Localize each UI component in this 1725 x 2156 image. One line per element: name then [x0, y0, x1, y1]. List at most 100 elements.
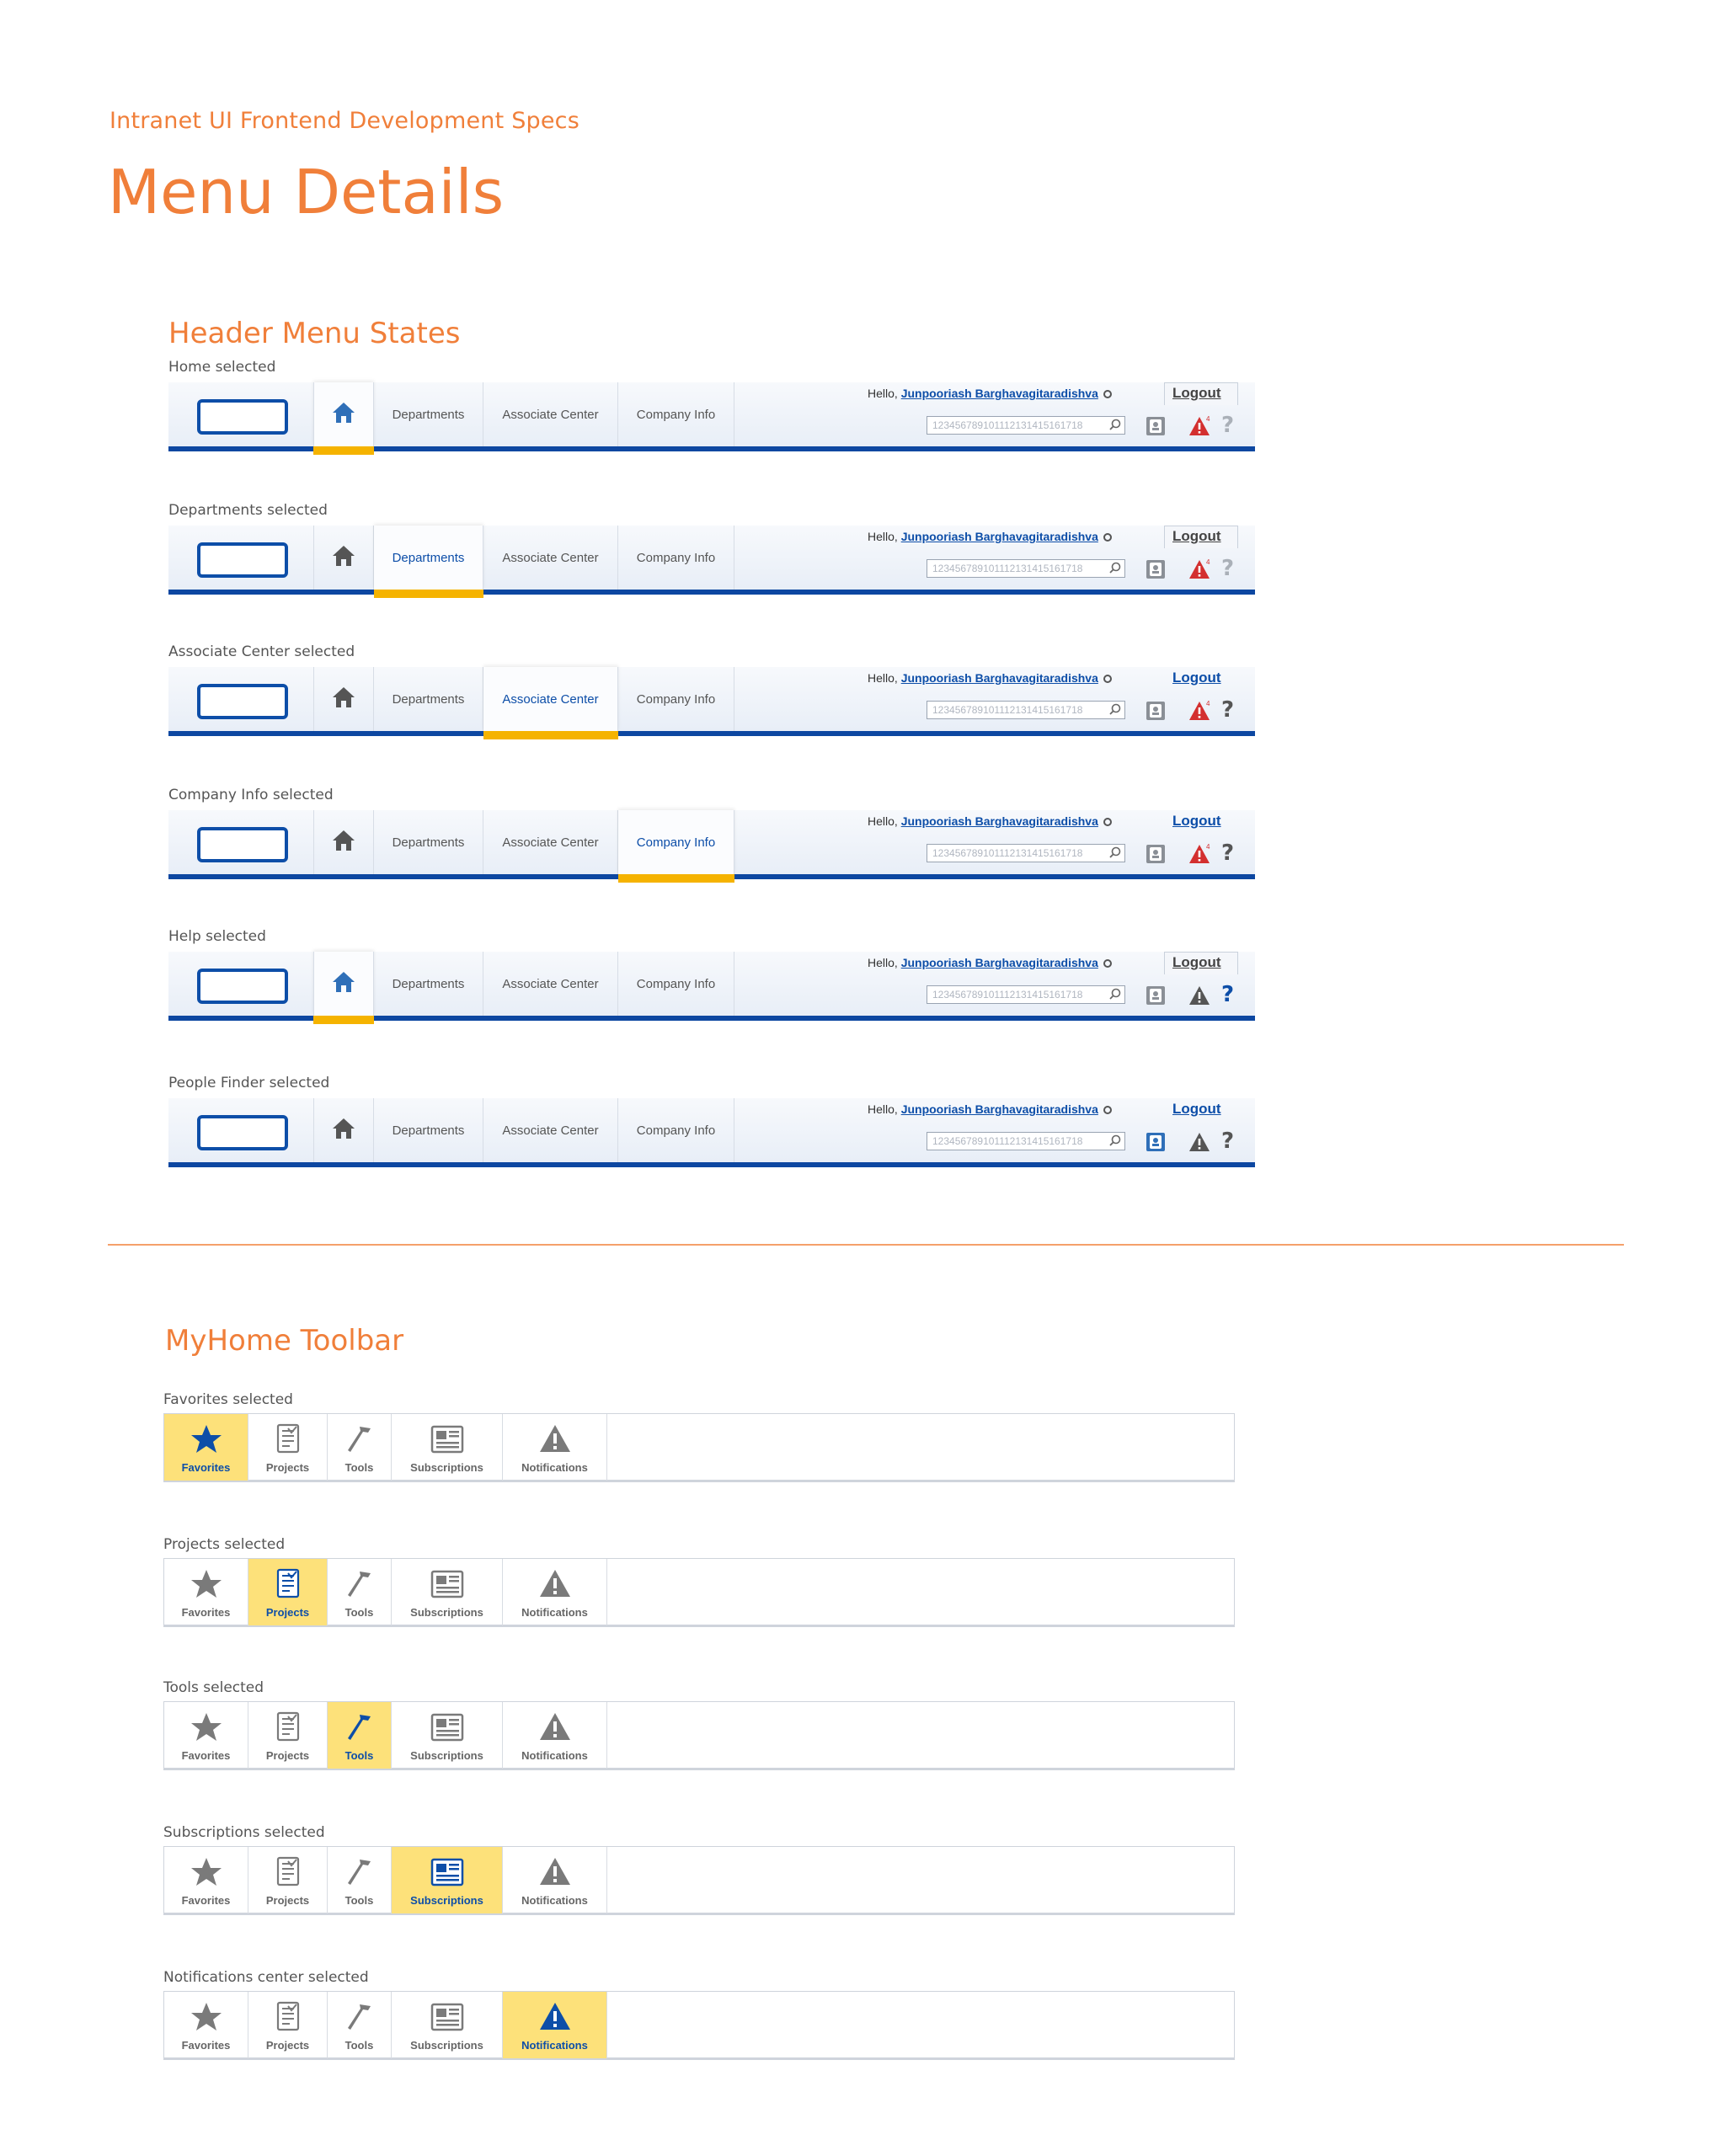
search-input[interactable]: 123456789101112131415161718 — [927, 559, 1125, 578]
toolbar-item-notifications[interactable]: Notifications — [503, 1559, 607, 1625]
alert-icon[interactable]: 4 — [1188, 842, 1211, 866]
people-finder-icon[interactable] — [1146, 1132, 1166, 1152]
nav-departments[interactable]: Departments — [374, 952, 483, 1016]
toolbar-item-projects[interactable]: Projects — [248, 1992, 328, 2058]
logo-placeholder[interactable] — [197, 542, 288, 578]
nav-company-info[interactable]: Company Info — [618, 667, 734, 731]
help-icon[interactable]: ? — [1221, 1129, 1234, 1154]
logout-link[interactable]: Logout — [1172, 385, 1221, 402]
nav-home[interactable] — [313, 667, 374, 731]
alert-icon[interactable] — [1188, 984, 1211, 1007]
toolbar-item-projects[interactable]: Projects — [248, 1702, 328, 1769]
alert-icon[interactable]: 4 — [1188, 558, 1211, 581]
nav-home[interactable] — [313, 952, 374, 1016]
logout-link[interactable]: Logout — [1172, 528, 1221, 545]
toolbar-item-projects[interactable]: Projects — [248, 1559, 328, 1625]
search-input[interactable]: 123456789101112131415161718 — [927, 416, 1125, 435]
toolbar-item-subscriptions[interactable]: Subscriptions — [392, 1702, 503, 1769]
settings-icon[interactable] — [1103, 675, 1112, 684]
nav-company-info[interactable]: Company Info — [618, 1098, 734, 1162]
nav-departments[interactable]: Departments — [374, 382, 483, 446]
toolbar-item-favorites[interactable]: Favorites — [164, 1414, 248, 1481]
help-icon[interactable]: ? — [1221, 413, 1234, 438]
alert-icon[interactable]: 4 — [1188, 699, 1211, 723]
alert-icon[interactable] — [1188, 1130, 1211, 1154]
logo-placeholder[interactable] — [197, 1115, 288, 1150]
help-icon[interactable]: ? — [1221, 982, 1234, 1007]
toolbar-item-tools[interactable]: Tools — [328, 1702, 392, 1769]
search-icon[interactable] — [1109, 562, 1121, 574]
search-icon[interactable] — [1109, 1134, 1121, 1146]
people-finder-icon[interactable] — [1146, 701, 1166, 721]
alert-icon[interactable]: 4 — [1188, 414, 1211, 438]
people-finder-icon[interactable] — [1146, 985, 1166, 1006]
nav-associate-center[interactable]: Associate Center — [483, 952, 618, 1016]
logo-placeholder[interactable] — [197, 827, 288, 862]
nav-company-info[interactable]: Company Info — [618, 952, 734, 1016]
nav-departments[interactable]: Departments — [374, 667, 483, 731]
toolbar-item-subscriptions[interactable]: Subscriptions — [392, 1992, 503, 2058]
logout-link[interactable]: Logout — [1172, 813, 1221, 830]
user-name-link[interactable]: Junpooriash Barghavagitaradishva — [901, 530, 1098, 543]
nav-associate-center[interactable]: Associate Center — [483, 382, 618, 446]
people-finder-icon[interactable] — [1146, 416, 1166, 436]
logo-placeholder[interactable] — [197, 399, 288, 435]
search-input[interactable]: 123456789101112131415161718 — [927, 985, 1125, 1004]
nav-departments[interactable]: Departments — [374, 1098, 483, 1162]
toolbar-item-subscriptions[interactable]: Subscriptions — [392, 1559, 503, 1625]
nav-home[interactable] — [313, 810, 374, 874]
toolbar-item-subscriptions[interactable]: Subscriptions — [392, 1414, 503, 1481]
logout-link[interactable]: Logout — [1172, 670, 1221, 686]
people-finder-icon[interactable] — [1146, 844, 1166, 864]
settings-icon[interactable] — [1103, 959, 1112, 969]
search-icon[interactable] — [1109, 419, 1121, 430]
nav-company-info[interactable]: Company Info — [618, 526, 734, 590]
help-icon[interactable]: ? — [1221, 841, 1234, 866]
settings-icon[interactable] — [1103, 390, 1112, 399]
search-input[interactable]: 123456789101112131415161718 — [927, 844, 1125, 862]
nav-associate-center[interactable]: Associate Center — [483, 667, 618, 731]
user-name-link[interactable]: Junpooriash Barghavagitaradishva — [901, 1102, 1098, 1116]
nav-associate-center[interactable]: Associate Center — [483, 1098, 618, 1162]
nav-associate-center[interactable]: Associate Center — [483, 526, 618, 590]
nav-home[interactable] — [313, 1098, 374, 1162]
toolbar-item-favorites[interactable]: Favorites — [164, 1702, 248, 1769]
nav-departments[interactable]: Departments — [374, 526, 483, 590]
toolbar-item-subscriptions[interactable]: Subscriptions — [392, 1847, 503, 1913]
nav-company-info[interactable]: Company Info — [618, 382, 734, 446]
logout-link[interactable]: Logout — [1172, 954, 1221, 971]
toolbar-item-projects[interactable]: Projects — [248, 1414, 328, 1481]
logout-link[interactable]: Logout — [1172, 1101, 1221, 1118]
toolbar-item-favorites[interactable]: Favorites — [164, 1992, 248, 2058]
user-name-link[interactable]: Junpooriash Barghavagitaradishva — [901, 387, 1098, 400]
search-icon[interactable] — [1109, 846, 1121, 858]
user-name-link[interactable]: Junpooriash Barghavagitaradishva — [901, 814, 1098, 828]
nav-home[interactable] — [313, 526, 374, 590]
search-icon[interactable] — [1109, 703, 1121, 715]
toolbar-item-tools[interactable]: Tools — [328, 1414, 392, 1481]
logo-placeholder[interactable] — [197, 969, 288, 1004]
toolbar-item-notifications[interactable]: Notifications — [503, 1414, 607, 1481]
help-icon[interactable]: ? — [1221, 697, 1234, 723]
nav-home[interactable] — [313, 382, 374, 446]
toolbar-item-notifications[interactable]: Notifications — [503, 1702, 607, 1769]
user-name-link[interactable]: Junpooriash Barghavagitaradishva — [901, 956, 1098, 969]
nav-departments[interactable]: Departments — [374, 810, 483, 874]
help-icon[interactable]: ? — [1221, 556, 1234, 581]
nav-company-info[interactable]: Company Info — [618, 810, 734, 874]
toolbar-item-tools[interactable]: Tools — [328, 1847, 392, 1913]
search-icon[interactable] — [1109, 988, 1121, 1000]
toolbar-item-favorites[interactable]: Favorites — [164, 1559, 248, 1625]
settings-icon[interactable] — [1103, 1106, 1112, 1115]
toolbar-item-notifications[interactable]: Notifications — [503, 1847, 607, 1913]
logo-placeholder[interactable] — [197, 684, 288, 719]
toolbar-item-notifications[interactable]: Notifications — [503, 1992, 607, 2058]
toolbar-item-tools[interactable]: Tools — [328, 1992, 392, 2058]
user-name-link[interactable]: Junpooriash Barghavagitaradishva — [901, 671, 1098, 685]
toolbar-item-projects[interactable]: Projects — [248, 1847, 328, 1913]
search-input[interactable]: 123456789101112131415161718 — [927, 701, 1125, 719]
toolbar-item-tools[interactable]: Tools — [328, 1559, 392, 1625]
settings-icon[interactable] — [1103, 818, 1112, 827]
nav-associate-center[interactable]: Associate Center — [483, 810, 618, 874]
toolbar-item-favorites[interactable]: Favorites — [164, 1847, 248, 1913]
